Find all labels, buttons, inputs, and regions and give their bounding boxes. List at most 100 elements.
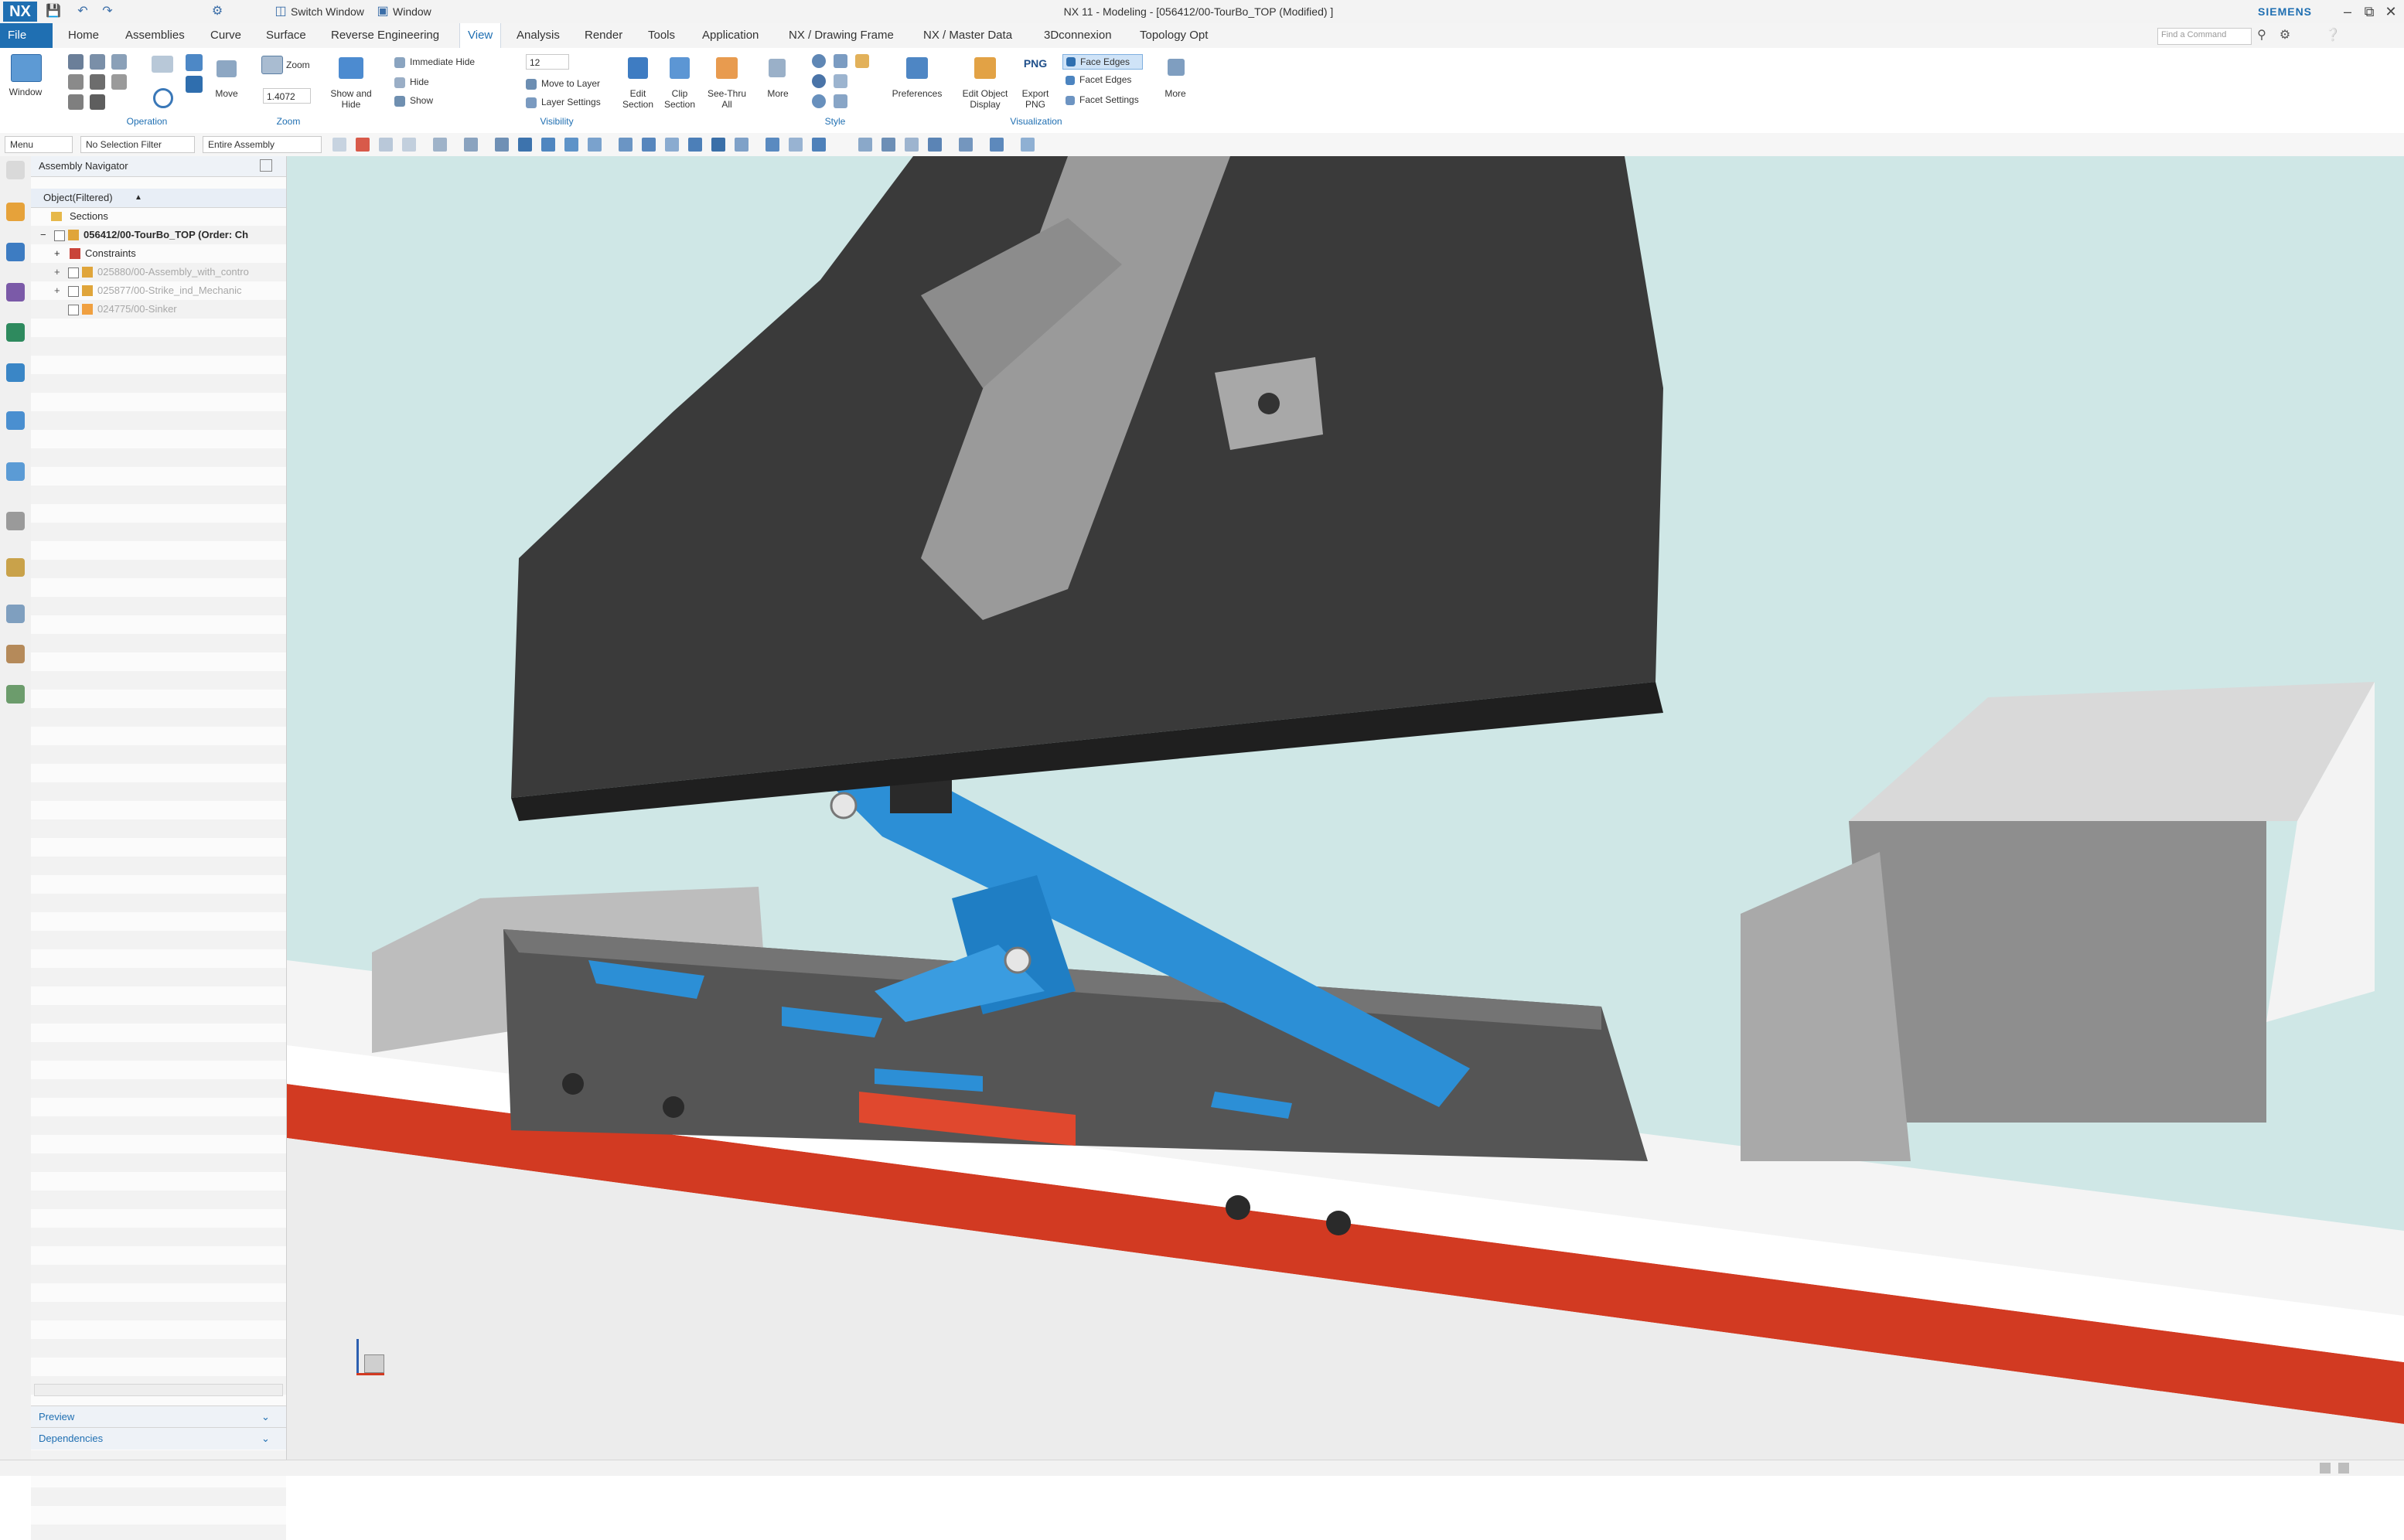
undo-icon[interactable]: ↶ bbox=[74, 3, 91, 20]
snap-view-icon[interactable] bbox=[68, 94, 84, 110]
tab-topology-opt[interactable]: Topology Opt bbox=[1132, 23, 1216, 48]
export-png-icon[interactable]: PNG bbox=[1021, 56, 1050, 71]
wireframe-icon[interactable] bbox=[834, 54, 847, 68]
part-navigator-icon[interactable] bbox=[6, 283, 25, 302]
refresh-icon[interactable] bbox=[153, 88, 173, 108]
select-feature-icon[interactable] bbox=[379, 138, 393, 152]
show-icon[interactable] bbox=[394, 96, 405, 107]
snap-arc-center-icon[interactable] bbox=[642, 138, 656, 152]
quick-access-icon[interactable]: ⚙ bbox=[209, 3, 226, 20]
system-materials-icon[interactable] bbox=[6, 645, 25, 663]
show-hide-icon[interactable] bbox=[339, 57, 363, 79]
more-visualization-icon[interactable] bbox=[1168, 59, 1185, 76]
horizontal-scrollbar[interactable] bbox=[34, 1384, 283, 1396]
tree-row-component[interactable]: 024775/00-Sinker bbox=[31, 300, 286, 319]
help-icon[interactable]: ❔ bbox=[2324, 27, 2341, 44]
edit-section-icon[interactable] bbox=[628, 57, 648, 79]
facet-settings-button[interactable]: Facet Settings bbox=[1079, 94, 1139, 106]
select-all-icon[interactable] bbox=[332, 138, 346, 152]
snap-bounded-icon[interactable] bbox=[789, 138, 803, 152]
system-scenes-icon[interactable] bbox=[6, 685, 25, 704]
dependencies-panel-header[interactable]: Dependencies ⌄ bbox=[31, 1427, 286, 1450]
select-component-icon[interactable] bbox=[495, 138, 509, 152]
resource-settings-icon[interactable] bbox=[6, 161, 25, 179]
layout-toggle-icon[interactable] bbox=[2338, 1463, 2349, 1474]
navigator-maximize-icon[interactable] bbox=[260, 159, 272, 172]
tab-nx-master-data[interactable]: NX / Master Data bbox=[916, 23, 1020, 48]
rotate-icon[interactable] bbox=[111, 54, 127, 70]
checkbox-icon[interactable] bbox=[68, 286, 79, 297]
view-rotate-icon[interactable] bbox=[905, 138, 919, 152]
snap-mid-icon[interactable] bbox=[564, 138, 578, 152]
wcs-icon[interactable] bbox=[1021, 138, 1035, 152]
view-fit-icon[interactable] bbox=[858, 138, 872, 152]
snap-point-icon[interactable] bbox=[518, 138, 532, 152]
layer-settings-icon[interactable] bbox=[526, 97, 537, 108]
tree-row-component[interactable]: + 025877/00-Strike_ind_Mechanic bbox=[31, 281, 286, 300]
switch-window-icon[interactable]: ◫ bbox=[272, 3, 289, 20]
snap-intersection-icon[interactable] bbox=[619, 138, 633, 152]
fit-icon[interactable] bbox=[68, 54, 84, 70]
immediate-hide-button[interactable]: Immediate Hide bbox=[410, 56, 475, 68]
tab-reverse-engineering[interactable]: Reverse Engineering bbox=[323, 23, 447, 48]
preview-panel-header[interactable]: Preview ⌄ bbox=[31, 1405, 286, 1428]
facet-settings-icon[interactable] bbox=[1066, 96, 1075, 105]
tab-view[interactable]: View bbox=[459, 23, 502, 48]
see-thru-icon[interactable] bbox=[716, 57, 738, 79]
tab-application[interactable]: Application bbox=[694, 23, 766, 48]
selection-scope-select[interactable]: Entire Assembly bbox=[203, 136, 322, 153]
close-icon[interactable]: ✕ bbox=[2377, 0, 2404, 23]
restore-view-icon[interactable] bbox=[111, 74, 127, 90]
tab-file[interactable]: File bbox=[0, 23, 53, 48]
graphics-window[interactable] bbox=[287, 156, 2404, 1460]
expand-icon[interactable]: + bbox=[54, 263, 60, 281]
immediate-hide-icon[interactable] bbox=[394, 57, 405, 68]
facet-edges-icon[interactable] bbox=[1066, 76, 1075, 85]
constraint-navigator-icon[interactable] bbox=[6, 243, 25, 261]
shaded-icon[interactable] bbox=[812, 54, 826, 68]
layer-settings-button[interactable]: Layer Settings bbox=[541, 96, 601, 108]
assembly-navigator-icon[interactable] bbox=[6, 203, 25, 221]
tab-home[interactable]: Home bbox=[60, 23, 107, 48]
select-edge-icon[interactable] bbox=[464, 138, 478, 152]
tab-3dconnexion[interactable]: 3Dconnexion bbox=[1036, 23, 1120, 48]
snap-on-curve-icon[interactable] bbox=[735, 138, 748, 152]
show-button[interactable]: Show bbox=[410, 94, 433, 107]
tree-row-constraints[interactable]: + Constraints bbox=[31, 244, 286, 263]
roles-icon[interactable] bbox=[6, 605, 25, 623]
selection-filter-select[interactable]: No Selection Filter bbox=[80, 136, 195, 153]
clock-icon[interactable] bbox=[6, 512, 25, 530]
window-icon[interactable] bbox=[11, 54, 42, 82]
hide-button[interactable]: Hide bbox=[410, 76, 429, 88]
settings-icon[interactable]: ⚙ bbox=[2276, 27, 2293, 44]
process-studio-icon[interactable] bbox=[6, 558, 25, 577]
snap-pole-icon[interactable] bbox=[812, 138, 826, 152]
zoom-window-icon[interactable] bbox=[90, 54, 105, 70]
work-layer-select[interactable]: 12 bbox=[526, 54, 569, 70]
tree-row-sections[interactable]: Sections bbox=[31, 207, 286, 226]
search-icon[interactable]: ⚲ bbox=[2253, 27, 2270, 44]
checkbox-icon[interactable] bbox=[68, 267, 79, 278]
zoom-scale-input[interactable]: 1.4072 bbox=[263, 88, 311, 104]
studio-icon[interactable] bbox=[855, 54, 869, 68]
history-icon[interactable] bbox=[6, 462, 25, 481]
tab-surface[interactable]: Surface bbox=[258, 23, 314, 48]
display-mode-icon[interactable] bbox=[990, 138, 1004, 152]
expand-icon[interactable]: + bbox=[54, 244, 60, 263]
sort-up-icon[interactable]: ▲ bbox=[135, 189, 142, 207]
snap-on-face-icon[interactable] bbox=[766, 138, 779, 152]
select-face-icon[interactable] bbox=[433, 138, 447, 152]
partial-shaded-icon[interactable] bbox=[812, 94, 826, 108]
window-menu-icon[interactable]: ▣ bbox=[374, 3, 391, 20]
collapse-icon[interactable]: − bbox=[40, 226, 46, 244]
ski-binding-model[interactable] bbox=[287, 156, 2404, 1460]
move-to-layer-button[interactable]: Move to Layer bbox=[541, 77, 600, 90]
web-browser-icon[interactable] bbox=[6, 411, 25, 430]
hide-icon[interactable] bbox=[394, 77, 405, 88]
snap-existing-icon[interactable] bbox=[711, 138, 725, 152]
more-style-icon[interactable] bbox=[769, 59, 786, 77]
reuse-library-icon[interactable] bbox=[6, 323, 25, 342]
deselect-icon[interactable] bbox=[356, 138, 370, 152]
redo-icon[interactable]: ↷ bbox=[99, 3, 116, 20]
clip-section-icon[interactable] bbox=[670, 57, 690, 79]
